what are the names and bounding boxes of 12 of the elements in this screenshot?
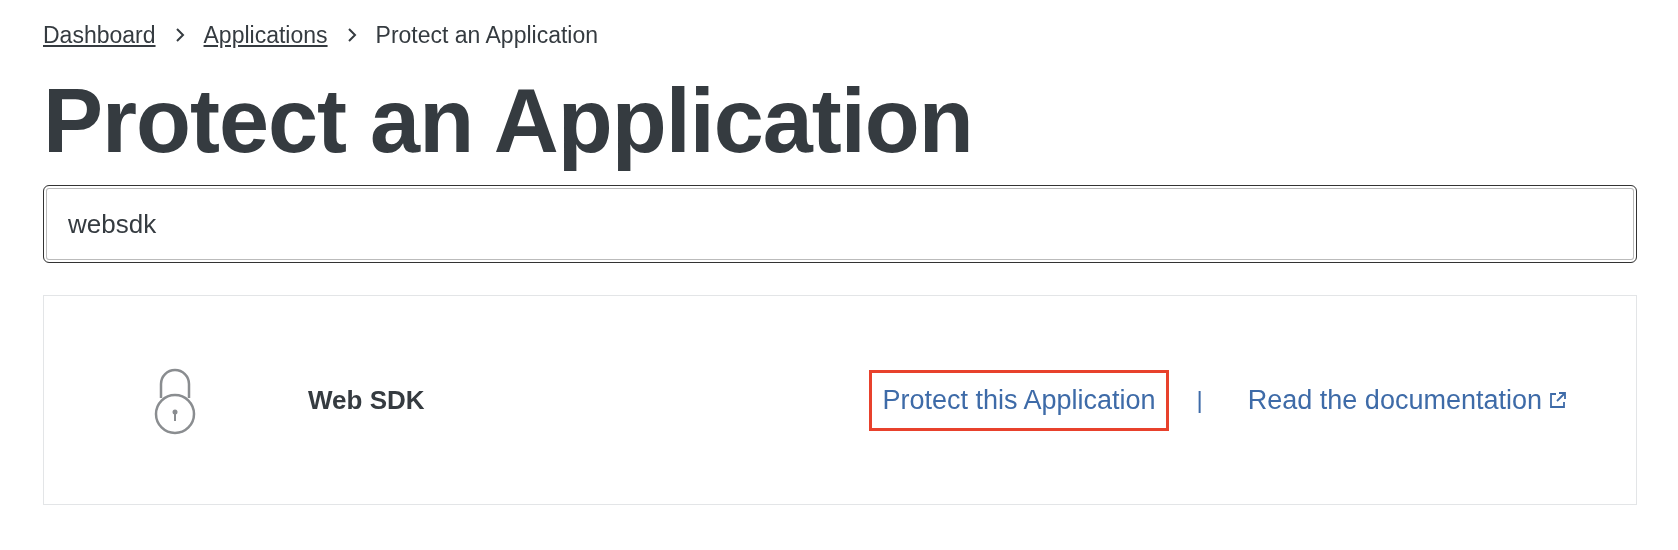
page-title: Protect an Application — [43, 72, 974, 171]
chevron-icon — [173, 27, 186, 43]
application-name: Web SDK — [308, 384, 426, 416]
breadcrumb-link[interactable]: Dashboard — [43, 21, 156, 49]
external-link-icon — [1548, 390, 1568, 410]
search-field[interactable]: websdk — [43, 185, 1637, 263]
protect-link[interactable]: Protect this Application — [869, 369, 1169, 431]
documentation-link[interactable]: Read the documentation — [1234, 369, 1581, 431]
breadcrumb-current: Protect an Application — [375, 21, 599, 49]
separator: | — [1196, 386, 1203, 414]
breadcrumb-link[interactable]: Applications — [203, 21, 328, 49]
chevron-icon — [345, 27, 358, 43]
